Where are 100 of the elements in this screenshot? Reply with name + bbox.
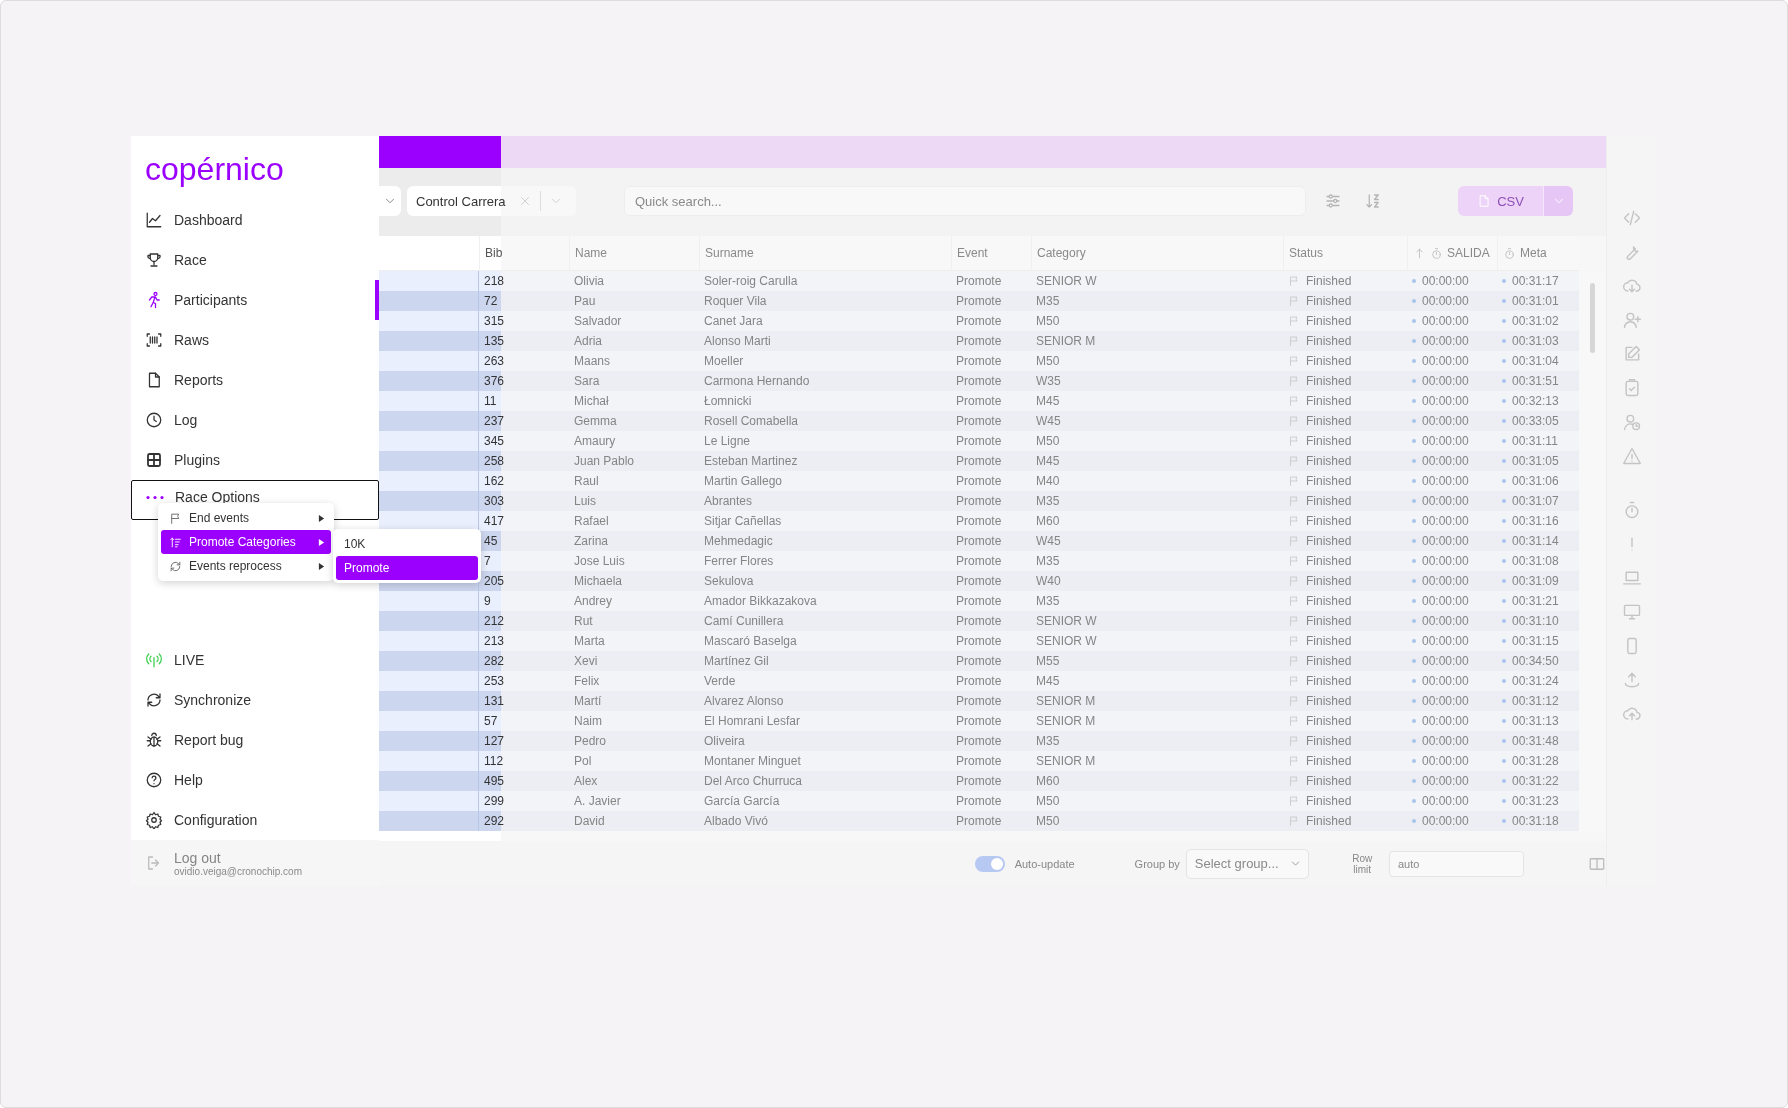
table-cell: Finished bbox=[1283, 291, 1407, 311]
user-email: ovidio.veiga@cronochip.com bbox=[174, 865, 302, 877]
table-cell: Finished bbox=[1283, 571, 1407, 591]
table-cell: Finished bbox=[1283, 391, 1407, 411]
table-cell: 00:31:13 bbox=[1497, 711, 1579, 731]
table-cell: 00:31:14 bbox=[1497, 531, 1579, 551]
table-cell-text: Martínez Gil bbox=[703, 653, 770, 670]
table-cell: 00:00:00 bbox=[1407, 271, 1497, 291]
table-cell-text: 205 bbox=[483, 573, 506, 590]
table-cell-text: Esteban Martinez bbox=[703, 453, 799, 470]
table-cell-text: Promote bbox=[955, 333, 1003, 350]
table-cell: 00:31:10 bbox=[1497, 611, 1579, 631]
table-cell-text: Zarina bbox=[573, 533, 609, 550]
table-cell-text: Promote bbox=[955, 413, 1003, 430]
table-cell-text: Promote bbox=[955, 533, 1003, 550]
table-cell: Finished bbox=[1283, 411, 1407, 431]
table-cell-text: W45 bbox=[1035, 413, 1062, 430]
table-cell: 00:00:00 bbox=[1407, 611, 1497, 631]
table-cell-text: Promote bbox=[955, 633, 1003, 650]
logo: copérnico bbox=[144, 150, 284, 188]
table-cell-text: Salvador bbox=[573, 313, 623, 330]
table-cell-text: M45 bbox=[1035, 673, 1061, 690]
table-cell-text: Promote bbox=[955, 713, 1003, 730]
table-cell: 00:00:00 bbox=[1407, 731, 1497, 751]
table-cell-text: Promote bbox=[955, 273, 1003, 290]
table-cell: 00:31:17 bbox=[1497, 271, 1579, 291]
table-cell-text: M35 bbox=[1035, 293, 1061, 310]
table-cell-text: M45 bbox=[1035, 393, 1061, 410]
table-cell-text: Verde bbox=[703, 673, 737, 690]
table-cell-text: Promote bbox=[955, 493, 1003, 510]
table-cell-text: 11 bbox=[483, 393, 498, 410]
table-cell-text: Rafael bbox=[573, 513, 610, 530]
table-cell: 00:00:00 bbox=[1407, 791, 1497, 811]
table-cell-text: Promote bbox=[955, 653, 1003, 670]
table-cell-text: Carmona Hernando bbox=[703, 373, 811, 390]
table-cell: Finished bbox=[1283, 711, 1407, 731]
table-cell: 00:31:18 bbox=[1497, 811, 1579, 831]
table-cell-text: 213 bbox=[483, 633, 506, 650]
table-cell: 00:31:06 bbox=[1497, 471, 1579, 491]
table-cell-text: SENIOR M bbox=[1035, 713, 1097, 730]
table-cell: 00:00:00 bbox=[1407, 531, 1497, 551]
table-cell-text: Adria bbox=[573, 333, 603, 350]
table-cell-text: M50 bbox=[1035, 433, 1061, 450]
table-cell-text: W45 bbox=[1035, 533, 1062, 550]
table-cell-text: Roquer Vila bbox=[703, 293, 768, 310]
table-cell-text: 263 bbox=[483, 353, 506, 370]
table-cell: 00:31:24 bbox=[1497, 671, 1579, 691]
table-cell-text: Mascaró Baselga bbox=[703, 633, 798, 650]
table-cell: 00:31:23 bbox=[1497, 791, 1579, 811]
table-cell-text: Łomnicki bbox=[703, 393, 753, 410]
table-cell-text: Abrantes bbox=[703, 493, 754, 510]
table-cell-text: El Homrani Lesfar bbox=[703, 713, 802, 730]
table-cell-text: Promote bbox=[955, 773, 1003, 790]
table-cell-text: Promote bbox=[955, 593, 1003, 610]
table-cell-text: M35 bbox=[1035, 553, 1061, 570]
table-cell-text: M50 bbox=[1035, 313, 1061, 330]
table-cell: 00:33:05 bbox=[1497, 411, 1579, 431]
table-cell: 00:00:00 bbox=[1407, 711, 1497, 731]
table-cell-text: Promote bbox=[955, 733, 1003, 750]
table-cell-text: Pau bbox=[573, 293, 597, 310]
table-cell: 00:31:03 bbox=[1497, 331, 1579, 351]
table-cell: 00:00:00 bbox=[1407, 451, 1497, 471]
table-cell-text: SENIOR W bbox=[1035, 633, 1098, 650]
table-cell-text: 495 bbox=[483, 773, 506, 790]
table-cell-text: 345 bbox=[483, 433, 506, 450]
table-cell-text: 131 bbox=[483, 693, 506, 710]
table-cell: Finished bbox=[1283, 671, 1407, 691]
table-cell-text: 162 bbox=[483, 473, 506, 490]
toggle-label: Auto-update bbox=[1014, 857, 1075, 870]
table-cell: Finished bbox=[1283, 331, 1407, 351]
table-cell: 00:31:05 bbox=[1497, 451, 1579, 471]
table-cell-text: García García bbox=[703, 793, 781, 810]
table-cell: 00:31:15 bbox=[1497, 631, 1579, 651]
table-cell: 00:31:08 bbox=[1497, 551, 1579, 571]
table-cell: 00:00:00 bbox=[1407, 551, 1497, 571]
table-cell: 00:00:00 bbox=[1407, 691, 1497, 711]
table-cell-text: 417 bbox=[483, 513, 506, 530]
table-cell: 00:00:00 bbox=[1407, 571, 1497, 591]
table-cell: 00:32:13 bbox=[1497, 391, 1579, 411]
table-cell-text: 282 bbox=[483, 653, 506, 670]
table-cell-text: Sekulova bbox=[703, 573, 755, 590]
table-cell-text: Promote bbox=[955, 433, 1003, 450]
table-cell-text: Raul bbox=[573, 473, 600, 490]
field-label: Group by bbox=[1134, 857, 1180, 870]
table-cell-text: Promote bbox=[955, 373, 1003, 390]
table-cell-text: Luis bbox=[573, 493, 597, 510]
table-cell-text: M35 bbox=[1035, 493, 1061, 510]
table-cell: Finished bbox=[1283, 471, 1407, 491]
table-cell: Finished bbox=[1283, 311, 1407, 331]
table-cell-text: Promote bbox=[955, 513, 1003, 530]
table-cell: Finished bbox=[1283, 771, 1407, 791]
table-cell: 00:00:00 bbox=[1407, 351, 1497, 371]
table-cell: 00:31:48 bbox=[1497, 731, 1579, 751]
table-cell-text: Marta bbox=[573, 633, 606, 650]
table-cell: Finished bbox=[1283, 351, 1407, 371]
table-cell: Finished bbox=[1283, 751, 1407, 771]
table-cell-text: 292 bbox=[483, 813, 506, 830]
table-cell: Finished bbox=[1283, 791, 1407, 811]
table-cell-text: Promote bbox=[955, 693, 1003, 710]
table-cell-text: Promote bbox=[955, 313, 1003, 330]
